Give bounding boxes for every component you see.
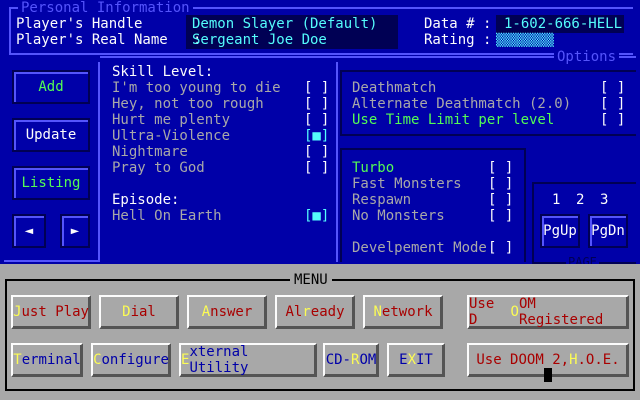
skill-item-label: I'm too young to die (112, 80, 281, 96)
exit-button[interactable]: E X IT (387, 343, 445, 377)
realname-field[interactable]: Sergeant Joe Doe (192, 32, 327, 48)
handle-label: Player's Handle : (16, 16, 202, 32)
update-button[interactable]: Update (12, 118, 90, 152)
button-label: Use D (469, 296, 495, 328)
button-label: erminal (21, 352, 81, 368)
data-number-field[interactable]: 1-602-666-HELL (504, 16, 622, 32)
hotkey: C (93, 352, 102, 368)
already-button[interactable]: Al r eady (275, 295, 355, 329)
option-label: Deathmatch (352, 80, 437, 96)
flag-label-active: Turbo (352, 160, 395, 176)
previous-record-button[interactable]: ◄ (12, 214, 46, 248)
option-checkbox[interactable]: [ ] (600, 80, 625, 96)
skill-checkbox[interactable]: [ ] (304, 96, 329, 112)
episode-title: Episode: (112, 192, 180, 208)
hotkey: O (510, 304, 519, 320)
button-label: xternal Utility (189, 344, 249, 376)
episode-checkbox-selected[interactable]: [■] (304, 208, 329, 224)
left-arrow-icon: ◄ (24, 223, 34, 239)
button-label: Al (285, 304, 303, 320)
skill-checkbox[interactable]: [ ] (304, 144, 329, 160)
hotkey: T (13, 352, 22, 368)
options-legend: Options (554, 49, 620, 65)
button-label: E (399, 352, 408, 368)
dev-mode-checkbox[interactable]: [ ] (488, 240, 513, 256)
skill-checkbox[interactable]: [ ] (304, 160, 329, 176)
skill-item-label: Ultra-Violence (112, 128, 231, 144)
page-up-button[interactable]: PgUp (540, 214, 580, 248)
rating-label: Rating : (424, 32, 492, 48)
flag-checkbox[interactable]: [ ] (488, 192, 513, 208)
hotkey: D (122, 304, 131, 320)
flag-checkbox[interactable]: [ ] (488, 160, 513, 176)
flag-label: Fast Monsters (352, 176, 462, 192)
rating-bar: ▒▒▒▒▒▒▒▒ (496, 33, 554, 47)
hotkey: A (201, 304, 211, 320)
answer-button[interactable]: Answer (187, 295, 267, 329)
configure-button[interactable]: Configure (91, 343, 171, 377)
skill-item-label: Pray to God (112, 160, 205, 176)
flag-checkbox[interactable]: [ ] (488, 176, 513, 192)
button-label: IT (416, 352, 433, 368)
dev-mode-label: Develpement Mode (352, 240, 487, 256)
realname-label: Player's Real Name : (16, 32, 202, 48)
page-number-1[interactable]: 1 (552, 192, 560, 208)
hotkey: E (181, 352, 190, 368)
cd-rom-button[interactable]: CD- R OM (323, 343, 379, 377)
hotkey: N (373, 304, 382, 320)
option-label: Alternate Deathmatch (2.0) (352, 96, 572, 112)
terminal-button[interactable]: Terminal (11, 343, 83, 377)
hotkey: H (569, 352, 578, 368)
hotkey: X (407, 352, 416, 368)
button-label: OM Registered (518, 296, 604, 328)
skill-item-label: Nightmare (112, 144, 188, 160)
option-checkbox[interactable]: [ ] (600, 96, 625, 112)
skill-checkbox[interactable]: [ ] (304, 80, 329, 96)
hotkey: r (302, 304, 311, 320)
use-doom-registered-button[interactable]: Use D O OM Registered (467, 295, 629, 329)
next-record-button[interactable]: ► (60, 214, 90, 248)
option-label-active: Use Time Limit per level (352, 112, 555, 128)
dial-button[interactable]: Dial (99, 295, 179, 329)
personal-info-legend: Personal Information (18, 0, 193, 16)
data-number-label: Data # : (424, 16, 492, 32)
hotkey: J (13, 304, 22, 320)
button-label: .O.E. (577, 352, 620, 368)
network-button[interactable]: Network (363, 295, 443, 329)
button-label: nswer (210, 304, 253, 320)
skill-checkbox-selected[interactable]: [■] (304, 128, 329, 144)
skill-item-label: Hurt me plenty (112, 112, 231, 128)
flag-label: Respawn (352, 192, 412, 208)
add-button[interactable]: Add (12, 70, 90, 104)
button-label: etwork (381, 304, 433, 320)
hotkey: R (351, 352, 360, 368)
button-label: CD- (325, 352, 351, 368)
button-label: ust Play (21, 304, 89, 320)
skill-checkbox[interactable]: [ ] (304, 112, 329, 128)
button-label: eady (310, 304, 345, 320)
just-play-button[interactable]: Just Play (11, 295, 91, 329)
flag-label: No Monsters (352, 208, 445, 224)
button-label: ial (130, 304, 156, 320)
page-down-button[interactable]: PgDn (588, 214, 628, 248)
handle-field[interactable]: Demon Slayer (Default) (192, 16, 377, 32)
episode-label: Hell On Earth (112, 208, 222, 224)
skill-item-label: Hey, not too rough (112, 96, 264, 112)
menu-title: MENU (290, 272, 332, 288)
listing-button[interactable]: Listing (12, 166, 90, 200)
button-label: onfigure (101, 352, 169, 368)
right-arrow-icon: ► (70, 223, 80, 239)
external-utility-button[interactable]: External Utility (179, 343, 317, 377)
option-checkbox[interactable]: [ ] (600, 112, 625, 128)
text-cursor (544, 368, 552, 382)
page-number-2[interactable]: 2 (576, 192, 584, 208)
page-number-3[interactable]: 3 (600, 192, 608, 208)
button-label: OM (359, 352, 377, 368)
flag-checkbox[interactable]: [ ] (488, 208, 513, 224)
skill-title: Skill Level: (112, 64, 214, 80)
button-label: Use DOOM 2, (476, 352, 570, 368)
